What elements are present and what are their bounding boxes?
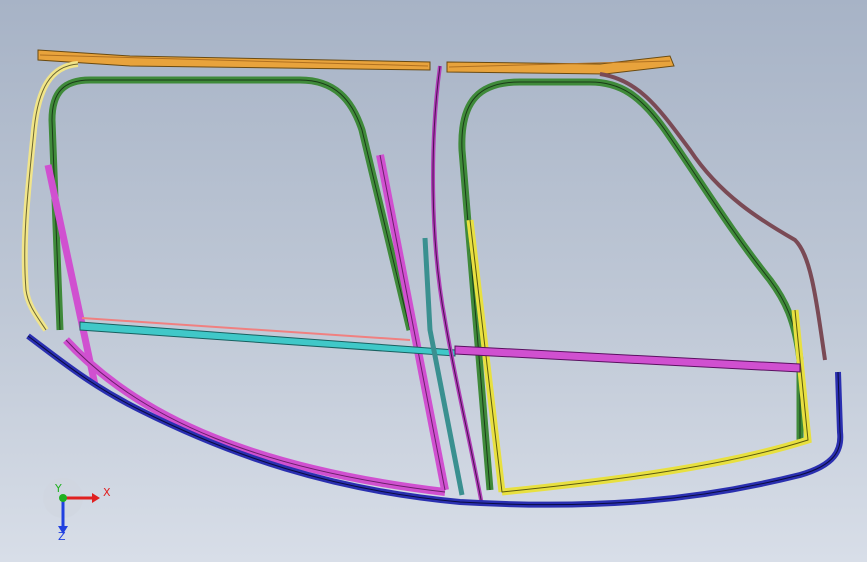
x-axis-label: X <box>103 486 111 499</box>
front-door-frame[interactable] <box>48 76 414 331</box>
roof-rail-front[interactable] <box>37 49 431 71</box>
belt-line-front[interactable] <box>79 317 456 357</box>
x-axis-arrow <box>92 493 100 503</box>
cad-viewport[interactable]: X Y Z <box>0 0 867 562</box>
y-axis-dot <box>59 494 67 502</box>
belt-line-rear[interactable] <box>454 345 801 373</box>
roof-rail-rear[interactable] <box>446 55 675 75</box>
rear-door-frame[interactable] <box>458 78 804 491</box>
y-axis-label: Y <box>55 482 62 495</box>
door-frame-model[interactable] <box>0 0 867 562</box>
axis-triad[interactable] <box>43 478 100 534</box>
center-seal[interactable] <box>422 237 465 496</box>
front-door-magenta-frame[interactable] <box>44 154 449 496</box>
z-axis-label: Z <box>58 530 66 543</box>
